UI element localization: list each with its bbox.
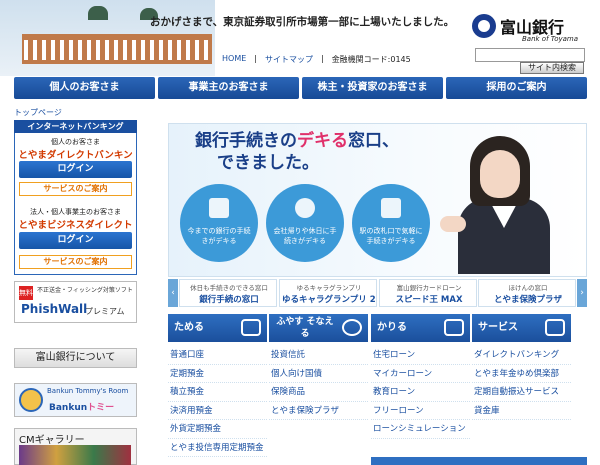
list-item[interactable]: 定期自動振込サービス: [472, 383, 571, 402]
bank-logo[interactable]: 富山銀行 Bank of Toyama: [470, 8, 600, 48]
sitemap-link[interactable]: サイトマップ: [265, 54, 313, 65]
train-icon: [381, 198, 401, 218]
phishwall-premium: プレミアム: [85, 307, 125, 316]
carousel-item[interactable]: 休日も手続きのできる窓口 銀行手続の窓口: [179, 279, 277, 307]
promo-carousel: ‹ 休日も手続きのできる窓口 銀行手続の窓口 ゆるキャラグランプリ ゆるキャラグラン…: [168, 279, 587, 307]
carousel-item[interactable]: 富山銀行カードローン スピード王 MAX: [379, 279, 477, 307]
carousel-item[interactable]: ほけんの窓口 とやま保険プラザ: [478, 279, 576, 307]
nav-recruit[interactable]: 採用のご案内: [446, 77, 587, 99]
category-save[interactable]: ためる: [168, 314, 267, 342]
category-invest-list: 投資信託 個人向け国債 保険商品 とやま保険プラザ: [269, 346, 368, 420]
nav-investors[interactable]: 株主・投資家のお客さま: [302, 77, 443, 99]
about-bank-link[interactable]: 富山銀行について: [14, 348, 137, 368]
phishwall-brand: PhishWall: [21, 302, 88, 316]
business-direct-title[interactable]: とやまビジネスダイレクト: [14, 217, 137, 231]
free-badge: 無料: [19, 286, 33, 300]
list-item[interactable]: マイカーローン: [371, 365, 470, 383]
listing-announcement: おかげさまで、東京証券取引所市場第一部に上場いたしました。: [150, 16, 455, 28]
list-item[interactable]: とやま年金ゆめ倶楽部: [472, 365, 571, 383]
monitor-icon: [545, 319, 565, 336]
category-save-list: 普通口座 定期預金 積立預金 決済用預金 外貨定期預金 とやま投信専用定期預金: [168, 346, 267, 457]
list-item[interactable]: 教育ローン: [371, 383, 470, 402]
house-icon: [444, 319, 464, 336]
phishwall-subtitle: 不正送金・フィッシング対策ソフト: [37, 287, 133, 294]
main-nav: 個人のお客さま 事業主のお客さま 株主・投資家のお客さま 採用のご案内: [14, 77, 587, 99]
building-icon: [209, 198, 229, 218]
hero-headline: 銀行手続きのデキる窓口、 できました。: [195, 131, 399, 173]
business-service-guide-button[interactable]: サービスのご案内: [19, 255, 132, 269]
cm-gallery-thumbnails: [19, 445, 131, 465]
site-search-input[interactable]: [475, 48, 585, 62]
bank-logo-mark-icon: [472, 14, 496, 38]
list-item[interactable]: とやま投信専用定期預金: [168, 439, 267, 457]
carousel-next-icon[interactable]: ›: [577, 279, 587, 307]
heart-icon: [342, 319, 362, 336]
bank-code: 金融機関コード:0145: [331, 55, 411, 64]
hero-woman-image: [440, 128, 570, 274]
internet-banking-title: インターネットバンキング: [14, 120, 137, 133]
feature-circle-3: 駅の改札口で気軽に手続きがデキる: [352, 184, 430, 262]
list-item[interactable]: 外貨定期預金: [168, 420, 267, 439]
category-borrow[interactable]: かりる: [371, 314, 470, 342]
nav-personal[interactable]: 個人のお客さま: [14, 77, 155, 99]
list-item[interactable]: 個人向け国債: [269, 365, 368, 383]
cm-gallery-label: CMギャラリー: [19, 435, 85, 446]
category-service[interactable]: サービス: [472, 314, 571, 342]
list-item[interactable]: 定期預金: [168, 365, 267, 383]
phishwall-banner[interactable]: 無料 不正送金・フィッシング対策ソフト PhishWall プレミアム: [14, 281, 137, 323]
list-item[interactable]: 住宅ローン: [371, 346, 470, 365]
breadcrumb[interactable]: トップページ: [14, 107, 62, 118]
tommy-room-logo: Bankunトミー: [49, 403, 115, 413]
business-customers-label: 法人・個人事業主のお客さま: [30, 208, 121, 216]
bank-logo-english: Bank of Toyama: [522, 35, 579, 43]
site-search-button[interactable]: サイト内検索: [520, 62, 584, 74]
list-item[interactable]: フリーローン: [371, 402, 470, 420]
list-item[interactable]: 決済用預金: [168, 402, 267, 420]
tommy-mascot-icon: [19, 388, 43, 412]
utility-nav: HOME | サイトマップ | 金融機関コード:0145: [222, 54, 411, 65]
list-item[interactable]: とやま保険プラザ: [269, 402, 368, 420]
list-item[interactable]: 貸金庫: [472, 402, 571, 420]
nav-business[interactable]: 事業主のお客さま: [158, 77, 299, 99]
piggy-bank-icon: [241, 319, 261, 336]
list-item[interactable]: 積立預金: [168, 383, 267, 402]
cm-gallery-banner[interactable]: CMギャラリー: [14, 428, 137, 465]
business-login-button[interactable]: ログイン: [19, 232, 132, 249]
next-section-bar: [371, 457, 587, 465]
list-item[interactable]: 普通口座: [168, 346, 267, 365]
tommy-room-title: Bankun Tommy's Room: [47, 387, 129, 395]
personal-login-button[interactable]: ログイン: [19, 161, 132, 178]
personal-customers-label: 個人のお客さま: [51, 138, 100, 146]
feature-circle-1: 今までの銀行の手続きがデキる: [180, 184, 258, 262]
headquarters-building-image: [0, 0, 215, 76]
list-item[interactable]: ダイレクトバンキング: [472, 346, 571, 365]
carousel-prev-icon[interactable]: ‹: [168, 279, 178, 307]
list-item[interactable]: ローンシミュレーション: [371, 420, 470, 439]
category-invest[interactable]: ふやす そなえる: [269, 314, 368, 342]
category-service-list: ダイレクトバンキング とやま年金ゆめ倶楽部 定期自動振込サービス 貸金庫: [472, 346, 571, 420]
tommy-room-banner[interactable]: Bankun Tommy's Room Bankunトミー: [14, 383, 137, 417]
clock-icon: [295, 198, 315, 218]
list-item[interactable]: 保険商品: [269, 383, 368, 402]
carousel-item[interactable]: ゆるキャラグランプリゆるキャラグランプリ 2015: [279, 279, 377, 307]
category-borrow-list: 住宅ローン マイカーローン 教育ローン フリーローン ローンシミュレーション: [371, 346, 470, 439]
personal-service-guide-button[interactable]: サービスのご案内: [19, 182, 132, 196]
list-item[interactable]: 投資信託: [269, 346, 368, 365]
home-link[interactable]: HOME: [222, 54, 246, 65]
feature-circle-2: 会社帰りや休日に手続きがデキる: [266, 184, 344, 262]
